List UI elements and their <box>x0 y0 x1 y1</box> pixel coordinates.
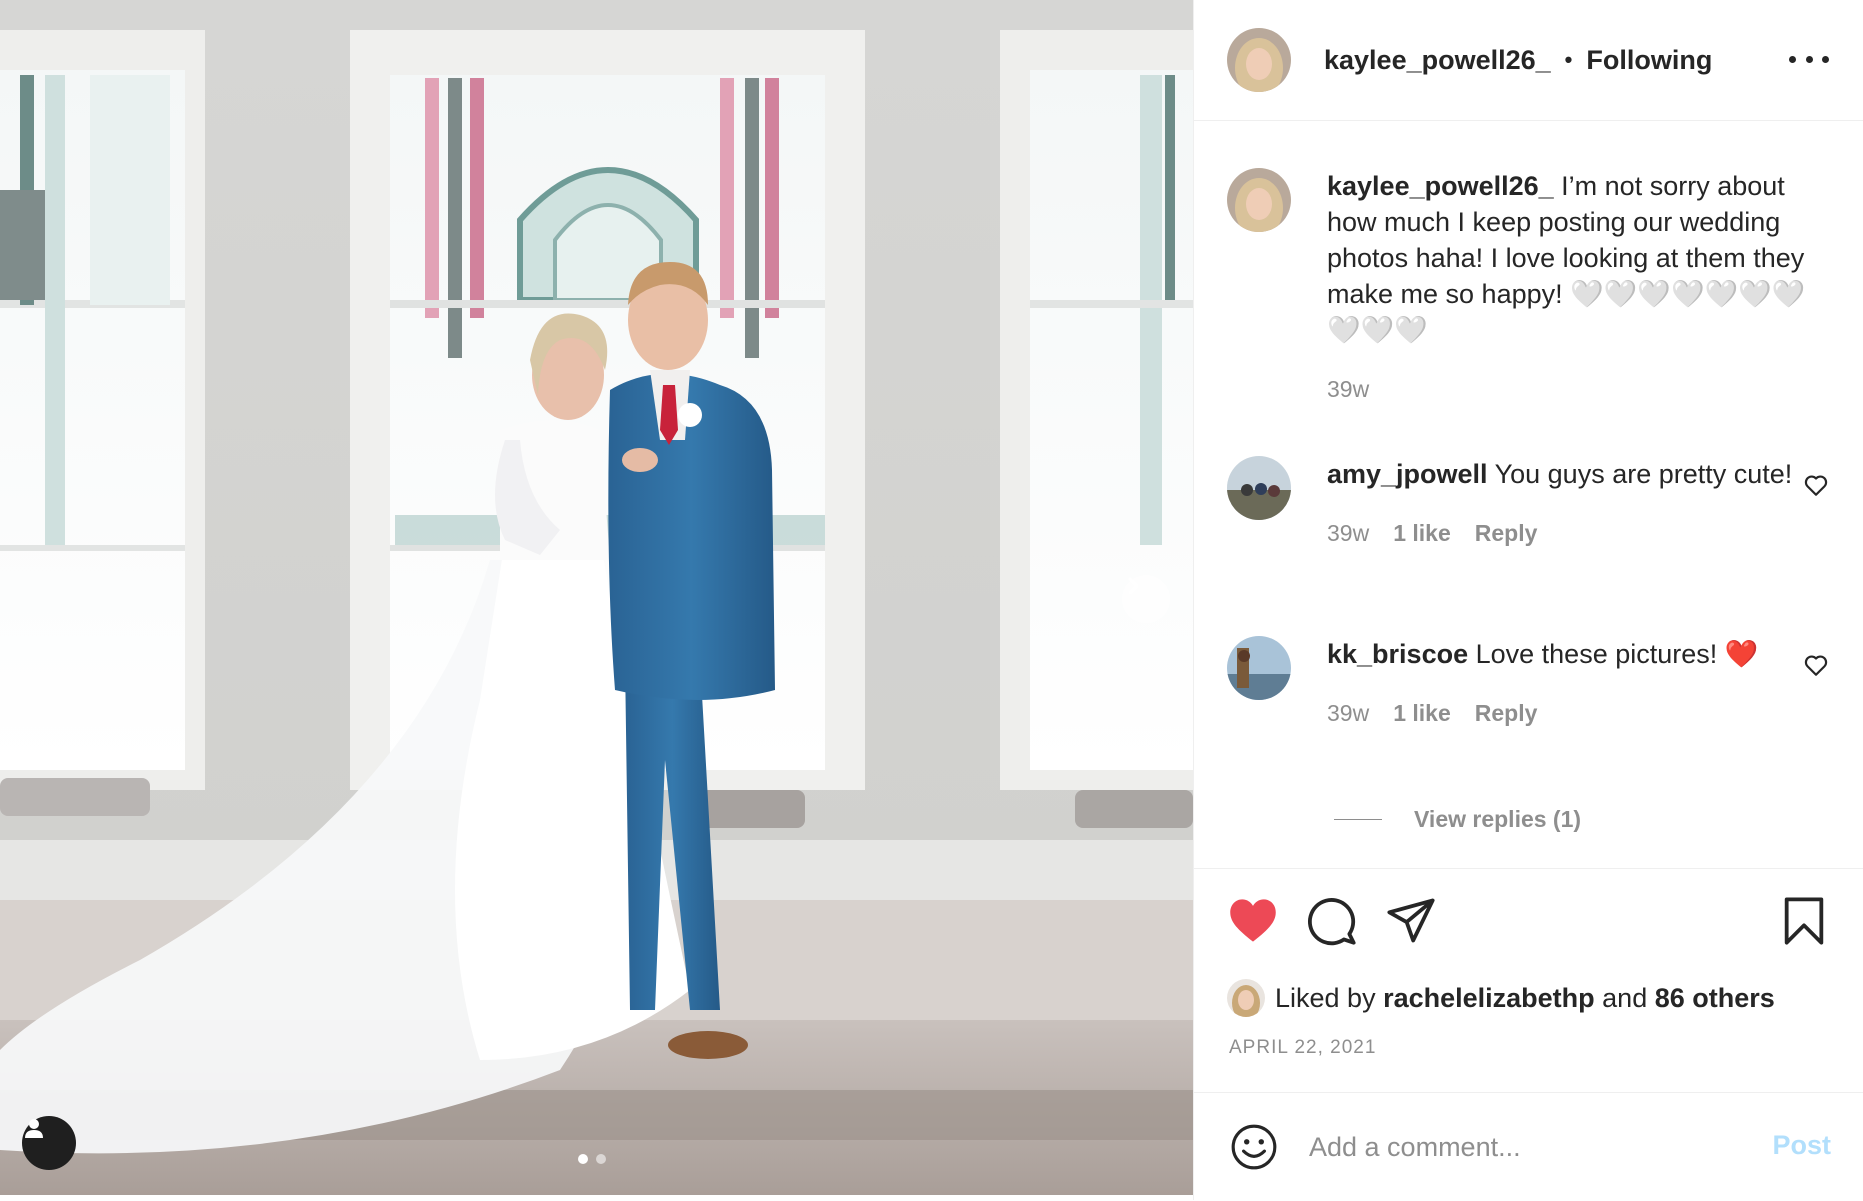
share-icon[interactable] <box>1385 895 1437 947</box>
comments-list[interactable]: kaylee_powell26_ I’m not sorry about how… <box>1194 120 1863 868</box>
instagram-post: kaylee_powell26_ • Following kaylee_powe… <box>0 0 1863 1200</box>
caption-meta: 39w <box>1327 376 1837 403</box>
carousel-indicator <box>578 1154 606 1164</box>
comment-meta: 39w 1 like Reply <box>1327 700 1837 727</box>
heart-filled-icon[interactable] <box>1227 895 1279 947</box>
comment-time[interactable]: 39w <box>1327 520 1369 547</box>
tagged-users-button[interactable] <box>22 1116 76 1170</box>
liker-avatar[interactable] <box>1227 979 1265 1017</box>
divider <box>1334 819 1382 820</box>
comment-text: amy_jpowell You guys are pretty cute! <box>1327 456 1807 492</box>
comment-text: kk_briscoe Love these pictures! ❤️ <box>1327 636 1807 672</box>
following-button[interactable]: Following <box>1586 45 1712 76</box>
view-replies-button[interactable]: View replies (1) <box>1334 806 1581 833</box>
comment-input[interactable] <box>1307 1130 1741 1164</box>
comment-username[interactable]: amy_jpowell <box>1327 459 1488 489</box>
bookmark-icon[interactable] <box>1778 895 1830 947</box>
add-comment-bar: Post <box>1194 1092 1863 1201</box>
heart-outline-icon[interactable] <box>1803 472 1829 498</box>
post-date[interactable]: APRIL 22, 2021 <box>1229 1037 1376 1059</box>
caption-avatar[interactable] <box>1227 168 1291 232</box>
reply-button[interactable]: Reply <box>1475 520 1538 547</box>
wedding-photo <box>0 0 1193 1195</box>
comment-meta: 39w 1 like Reply <box>1327 520 1837 547</box>
author-username[interactable]: kaylee_powell26_ <box>1324 45 1551 76</box>
likes-prefix: Liked by <box>1275 982 1384 1013</box>
user-tag-icon <box>25 1119 43 1138</box>
caption-username[interactable]: kaylee_powell26_ <box>1327 171 1554 201</box>
comment-like-count[interactable]: 1 like <box>1393 700 1451 727</box>
post-header: kaylee_powell26_ • Following <box>1194 0 1863 121</box>
carousel-dot <box>596 1154 606 1164</box>
author-avatar[interactable] <box>1227 28 1291 92</box>
chevron-right-icon <box>1128 577 1139 595</box>
caption-text: kaylee_powell26_ I’m not sorry about how… <box>1327 168 1807 348</box>
view-replies-label: View replies (1) <box>1414 806 1582 832</box>
liker-username[interactable]: rachelelizabethp <box>1383 983 1595 1014</box>
comment-item: kk_briscoe Love these pictures! ❤️ 39w 1… <box>1227 636 1837 727</box>
reply-button[interactable]: Reply <box>1475 700 1538 727</box>
caption-time[interactable]: 39w <box>1327 376 1369 403</box>
carousel-dot-active <box>578 1154 588 1164</box>
comment-message: Love these pictures! ❤️ <box>1475 639 1759 669</box>
likes-others[interactable]: 86 others <box>1655 983 1775 1014</box>
post-comment-button[interactable]: Post <box>1766 1129 1837 1162</box>
likes-middle: and <box>1594 982 1655 1013</box>
commenter-avatar[interactable] <box>1227 636 1291 700</box>
comment-time[interactable]: 39w <box>1327 700 1369 727</box>
post-photo[interactable] <box>0 0 1193 1195</box>
comment-icon[interactable] <box>1306 895 1358 947</box>
heart-outline-icon[interactable] <box>1803 652 1829 678</box>
comment-item: amy_jpowell You guys are pretty cute! 39… <box>1227 456 1837 547</box>
commenter-avatar[interactable] <box>1227 456 1291 520</box>
emoji-icon[interactable] <box>1229 1122 1279 1172</box>
next-photo-button[interactable] <box>1122 575 1170 623</box>
header-separator: • <box>1564 47 1573 72</box>
caption: kaylee_powell26_ I’m not sorry about how… <box>1227 168 1837 403</box>
more-options-button[interactable] <box>1789 44 1829 74</box>
more-icon <box>1789 55 1796 63</box>
post-actions: Liked by rachelelizabethp and 86 others … <box>1194 868 1863 1093</box>
comment-like-count[interactable]: 1 like <box>1393 520 1451 547</box>
likes-summary: Liked by rachelelizabethp and 86 others <box>1227 979 1775 1017</box>
comment-username[interactable]: kk_briscoe <box>1327 639 1468 669</box>
comment-message: You guys are pretty cute! <box>1494 459 1793 489</box>
post-side-panel: kaylee_powell26_ • Following kaylee_powe… <box>1193 0 1863 1200</box>
